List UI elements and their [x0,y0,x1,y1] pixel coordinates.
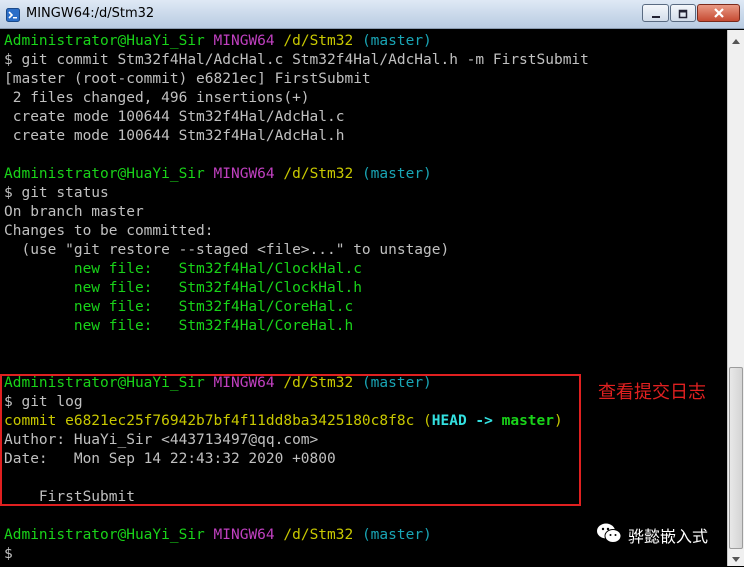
prompt-line: Administrator@HuaYi_Sir MINGW64 /d/Stm32… [4,165,432,184]
prompt-line: Administrator@HuaYi_Sir MINGW64 /d/Stm32… [4,32,432,51]
minimize-button[interactable] [642,4,669,22]
output-line: [master (root-commit) e6821ec] FirstSubm… [4,71,371,87]
output-line: create mode 100644 Stm32f4Hal/AdcHal.h [4,128,345,144]
prompt-env: MINGW64 [213,166,275,182]
prompt-user: Administrator@HuaYi_Sir [4,527,205,543]
mingw-terminal-icon [6,7,20,22]
minimize-icon [651,4,661,23]
window-title: MINGW64:/d/Stm32 [26,6,155,21]
staged-file-line: new file: Stm32f4Hal/CoreHal.h [4,318,354,334]
output-line: 2 files changed, 496 insertions(+) [4,90,310,106]
scroll-up-button[interactable] [728,30,744,46]
close-button[interactable] [697,4,740,22]
staged-file-line: new file: Stm32f4Hal/ClockHal.h [4,280,362,296]
output-line: Changes to be committed: [4,223,214,239]
vertical-scrollbar[interactable] [727,30,744,566]
prompt-user: Administrator@HuaYi_Sir [4,33,205,49]
command-line: $ git status [4,185,109,201]
maximize-icon [678,4,688,23]
scroll-down-icon [732,548,740,567]
output-line: (use "git restore --staged <file>..." to… [4,242,450,258]
output-line: create mode 100644 Stm32f4Hal/AdcHal.c [4,109,345,125]
prompt-path: /d/Stm32 [283,527,354,543]
close-icon [713,4,725,23]
prompt-line: Administrator@HuaYi_Sir MINGW64 /d/Stm32… [4,526,432,545]
maximize-button[interactable] [670,4,696,22]
prompt-branch: (master) [361,166,432,182]
command-line: $ git commit Stm32f4Hal/AdcHal.c Stm32f4… [4,52,589,68]
wechat-icon [596,522,622,548]
watermark: 骅懿嵌入式 [596,522,708,548]
title-bar[interactable]: MINGW64:/d/Stm32 [0,0,744,29]
scroll-up-icon [732,29,740,48]
annotation-label: 查看提交日志 [598,382,706,403]
scroll-down-button[interactable] [728,549,744,565]
prompt-env: MINGW64 [213,33,275,49]
output-line: On branch master [4,204,144,220]
prompt-path: /d/Stm32 [283,33,354,49]
command-input-line[interactable]: $ [4,545,13,564]
watermark-text: 骅懿嵌入式 [628,527,709,546]
prompt-env: MINGW64 [213,527,275,543]
prompt-path: /d/Stm32 [283,166,354,182]
prompt-branch: (master) [361,527,432,543]
scrollbar-thumb[interactable] [729,367,743,549]
git-log-highlight-box [0,374,581,506]
prompt-branch: (master) [361,33,432,49]
prompt-user: Administrator@HuaYi_Sir [4,166,205,182]
terminal-window: MINGW64:/d/Stm32 Administrator@HuaYi_Sir… [0,0,744,566]
staged-file-line: new file: Stm32f4Hal/ClockHal.c [4,261,362,277]
staged-file-line: new file: Stm32f4Hal/CoreHal.c [4,299,354,315]
